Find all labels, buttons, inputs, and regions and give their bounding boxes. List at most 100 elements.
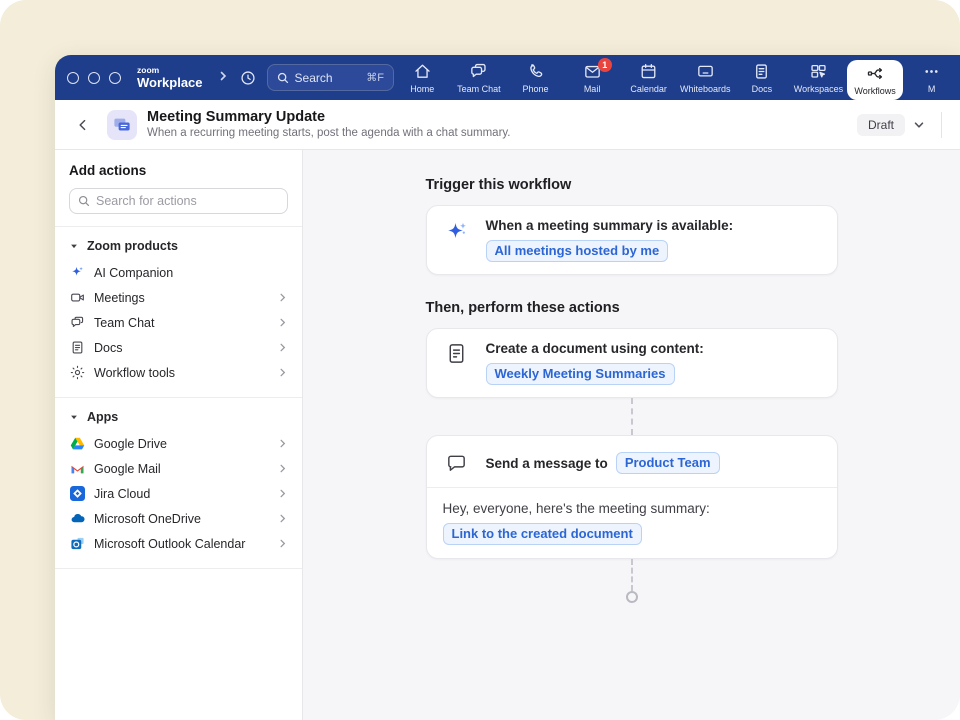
- chevron-right-icon[interactable]: [217, 69, 229, 87]
- flow-connector-end: [631, 559, 633, 591]
- window-control-minimize[interactable]: [88, 72, 100, 84]
- section-label: Zoom products: [87, 239, 178, 253]
- meetings-icon: [69, 290, 86, 305]
- sidebar-item-label: AI Companion: [94, 266, 288, 280]
- sidebar-item-ai-companion[interactable]: AI Companion: [69, 260, 288, 285]
- sidebar-item-label: Microsoft OneDrive: [94, 512, 269, 526]
- brand-workplace: Workplace: [137, 76, 203, 89]
- sidebar-item-label: Google Drive: [94, 437, 269, 451]
- sidebar-item-microsoft-onedrive[interactable]: Microsoft OneDrive: [69, 506, 288, 531]
- calendar-icon: [639, 62, 658, 81]
- workspaces-icon: [809, 62, 828, 81]
- window-control-maximize[interactable]: [109, 72, 121, 84]
- back-button[interactable]: [75, 117, 91, 133]
- document-icon: [443, 339, 471, 365]
- chevron-left-icon: [75, 117, 91, 133]
- chat-bubble-icon: [443, 449, 471, 475]
- nav-tab-label: Phone: [522, 84, 548, 94]
- search-icon: [277, 72, 289, 84]
- chevron-right-icon: [277, 463, 288, 474]
- nav-tab-team-chat[interactable]: Team Chat: [451, 55, 508, 100]
- caret-down-icon: [69, 412, 79, 422]
- jira-icon: [69, 486, 86, 501]
- outlook-calendar-icon: [69, 536, 86, 551]
- window-control-close[interactable]: [67, 72, 79, 84]
- actions-section-heading: Then, perform these actions: [426, 300, 838, 316]
- chevron-down-icon[interactable]: [913, 119, 925, 131]
- docs-icon: [69, 340, 86, 355]
- home-icon: [413, 62, 432, 81]
- nav-tab-mail[interactable]: 1 Mail: [564, 55, 621, 100]
- nav-tab-phone[interactable]: Phone: [507, 55, 564, 100]
- search-icon: [78, 195, 90, 207]
- trigger-card[interactable]: When a meeting summary is available: All…: [426, 205, 838, 275]
- message-link-token[interactable]: Link to the created document: [443, 523, 642, 545]
- chevron-right-icon: [277, 367, 288, 378]
- sidebar-item-microsoft-outlook-calendar[interactable]: Microsoft Outlook Calendar: [69, 531, 288, 556]
- flow-end-node[interactable]: [626, 591, 638, 603]
- sidebar-divider: [55, 397, 302, 398]
- nav-tab-more[interactable]: M: [903, 55, 960, 100]
- nav-tab-workspaces[interactable]: Workspaces: [790, 55, 847, 100]
- section-zoom-products[interactable]: Zoom products: [69, 232, 288, 260]
- nav-tab-home[interactable]: Home: [394, 55, 451, 100]
- chevron-right-icon: [277, 317, 288, 328]
- global-search-button[interactable]: Search ⌘F: [267, 64, 394, 91]
- create-document-action-card[interactable]: Create a document using content: Weekly …: [426, 328, 838, 398]
- document-content-token[interactable]: Weekly Meeting Summaries: [486, 363, 675, 385]
- sidebar-item-jira-cloud[interactable]: Jira Cloud: [69, 481, 288, 506]
- sidebar-divider: [55, 226, 302, 227]
- workflow-header: Meeting Summary Update When a recurring …: [55, 100, 960, 150]
- onedrive-icon: [69, 511, 86, 526]
- nav-tab-docs[interactable]: Docs: [734, 55, 791, 100]
- message-recipient-token[interactable]: Product Team: [616, 452, 720, 474]
- search-shortcut: ⌘F: [366, 71, 384, 84]
- nav-tab-whiteboards[interactable]: Whiteboards: [677, 55, 734, 100]
- status-badge[interactable]: Draft: [857, 114, 905, 136]
- chevron-right-icon: [277, 438, 288, 449]
- sidebar-item-team-chat[interactable]: Team Chat: [69, 310, 288, 335]
- actions-search-input[interactable]: [96, 194, 279, 208]
- sidebar-item-meetings[interactable]: Meetings: [69, 285, 288, 310]
- workflow-thumbnail-icon: [107, 110, 137, 140]
- sidebar-item-workflow-tools[interactable]: Workflow tools: [69, 360, 288, 385]
- send-message-action-card[interactable]: Send a message to Product Team Hey, ever…: [426, 435, 838, 559]
- ai-companion-sparkle-icon: [443, 216, 471, 245]
- chevron-right-icon: [277, 292, 288, 303]
- nav-tab-label: Team Chat: [457, 84, 501, 94]
- nav-tab-calendar[interactable]: Calendar: [620, 55, 677, 100]
- nav-tab-workflows[interactable]: Workflows: [847, 60, 904, 100]
- zoom-workplace-logo: zoom Workplace: [137, 66, 203, 90]
- nav-tab-label: Workflows: [854, 86, 895, 96]
- chevron-right-icon: [277, 342, 288, 353]
- phone-icon: [526, 62, 545, 81]
- zoom-workplace-window: zoom Workplace Search ⌘F Home: [55, 55, 960, 720]
- google-drive-icon: [69, 436, 86, 451]
- workflow-title: Meeting Summary Update: [147, 108, 511, 126]
- history-icon[interactable]: [239, 69, 257, 87]
- actions-search-box[interactable]: [69, 188, 288, 214]
- sidebar-item-google-mail[interactable]: Google Mail: [69, 456, 288, 481]
- sidebar-divider: [55, 568, 302, 569]
- message-text: Hey, everyone, here's the meeting summar…: [443, 499, 821, 518]
- docs-icon: [752, 62, 771, 81]
- nav-tab-label: Home: [410, 84, 434, 94]
- window-controls[interactable]: [67, 72, 121, 84]
- chevron-right-icon: [277, 513, 288, 524]
- trigger-section-heading: Trigger this workflow: [426, 177, 838, 193]
- section-label: Apps: [87, 410, 118, 424]
- whiteboards-icon: [696, 62, 715, 81]
- sidebar-item-label: Team Chat: [94, 316, 269, 330]
- nav-tab-label: Whiteboards: [680, 84, 731, 94]
- chevron-right-icon: [277, 488, 288, 499]
- nav-tab-label: Calendar: [630, 84, 667, 94]
- sidebar-item-docs[interactable]: Docs: [69, 335, 288, 360]
- sidebar-item-label: Workflow tools: [94, 366, 269, 380]
- nav-tab-label: Mail: [584, 84, 601, 94]
- workflow-subtitle: When a recurring meeting starts, post th…: [147, 126, 511, 141]
- sidebar-item-label: Meetings: [94, 291, 269, 305]
- team-chat-icon: [69, 315, 86, 330]
- section-apps[interactable]: Apps: [69, 403, 288, 431]
- trigger-scope-token[interactable]: All meetings hosted by me: [486, 240, 669, 262]
- sidebar-item-google-drive[interactable]: Google Drive: [69, 431, 288, 456]
